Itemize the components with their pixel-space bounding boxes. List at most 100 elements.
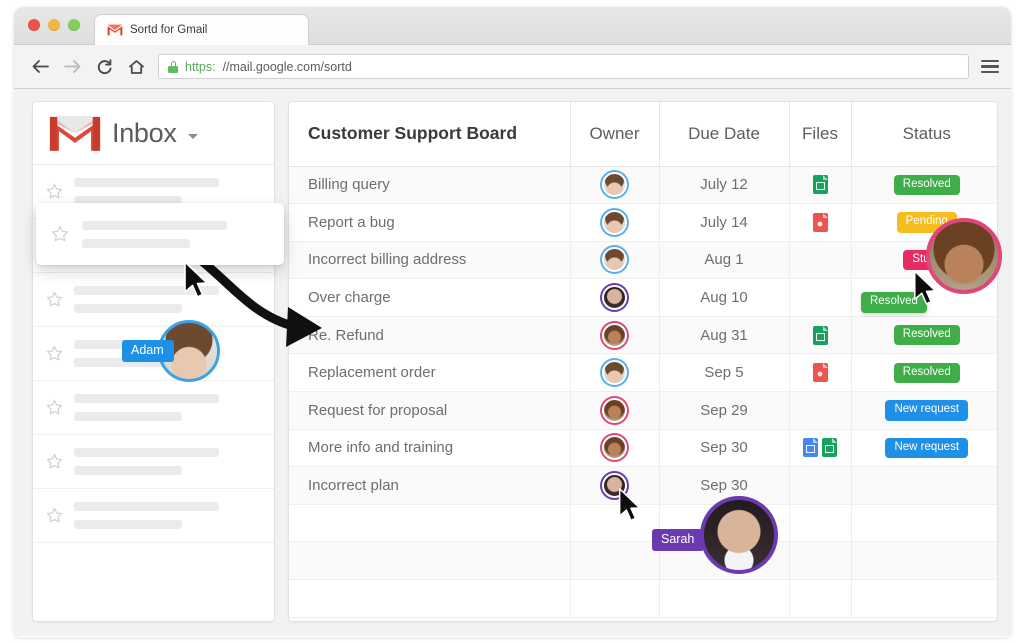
minimize-window-button[interactable] <box>48 19 60 31</box>
cell-files[interactable] <box>789 467 851 505</box>
file-icon-slides[interactable] <box>803 438 818 457</box>
avatar-nia[interactable] <box>602 435 627 460</box>
cell-owner[interactable] <box>570 580 659 618</box>
cell-status[interactable]: Resolved <box>851 166 998 204</box>
list-item[interactable] <box>33 435 274 489</box>
cell-owner[interactable] <box>570 316 659 354</box>
table-row[interactable] <box>289 504 998 542</box>
cell-task[interactable]: Incorrect billing address <box>289 241 570 279</box>
cell-files[interactable] <box>789 504 851 542</box>
cell-files[interactable] <box>789 166 851 204</box>
cell-due-date[interactable]: Aug 1 <box>659 241 789 279</box>
column-header-status[interactable]: Status <box>851 102 998 166</box>
table-row[interactable]: Report a bugJuly 14Pending <box>289 204 998 242</box>
cell-status[interactable] <box>851 504 998 542</box>
status-badge[interactable]: Resolved <box>894 325 960 346</box>
star-outline-icon[interactable] <box>46 453 63 470</box>
cell-task[interactable]: Over charge <box>289 279 570 317</box>
cell-files[interactable] <box>789 241 851 279</box>
avatar-sarah[interactable] <box>602 285 627 310</box>
cell-files[interactable] <box>789 204 851 242</box>
cell-task[interactable]: Report a bug <box>289 204 570 242</box>
star-outline-icon[interactable] <box>46 399 63 416</box>
star-outline-icon[interactable] <box>46 507 63 524</box>
cell-status[interactable]: Resolved <box>851 354 998 392</box>
cell-task[interactable] <box>289 504 570 542</box>
person-bubble-sarah[interactable]: Sarah <box>700 496 778 574</box>
reload-icon[interactable] <box>94 57 114 77</box>
table-row[interactable]: Request for proposal Sep 29 New request <box>289 392 998 430</box>
avatar-nia[interactable] <box>602 398 627 423</box>
cell-files[interactable] <box>789 354 851 392</box>
table-row[interactable]: Re. Refund Aug 31 Resolved <box>289 316 998 354</box>
table-row[interactable]: Incorrect planSep 30 <box>289 467 998 505</box>
column-header-due[interactable]: Due Date <box>659 102 789 166</box>
dragged-status-badge[interactable]: Resolved <box>861 292 927 313</box>
hamburger-menu-icon[interactable] <box>981 60 999 74</box>
column-header-task[interactable]: Customer Support Board <box>289 102 570 166</box>
cell-files[interactable] <box>789 580 851 618</box>
status-badge[interactable]: New request <box>885 438 968 459</box>
cell-owner[interactable] <box>570 204 659 242</box>
cell-task[interactable]: Billing query <box>289 166 570 204</box>
cell-owner[interactable] <box>570 467 659 505</box>
cell-status[interactable] <box>851 467 998 505</box>
file-icon-sheets[interactable] <box>813 175 828 194</box>
cell-owner[interactable] <box>570 279 659 317</box>
inbox-header[interactable]: Inbox <box>33 102 274 165</box>
file-icon-sheets[interactable] <box>822 438 837 457</box>
cell-status[interactable]: New request <box>851 392 998 430</box>
person-bubble-adam[interactable]: Adam <box>158 320 220 382</box>
avatar-nia[interactable] <box>602 323 627 348</box>
file-icon-pdf[interactable] <box>813 363 828 382</box>
avatar-adam[interactable] <box>602 172 627 197</box>
cell-task[interactable]: More info and training <box>289 429 570 467</box>
cell-task[interactable] <box>289 542 570 580</box>
forward-arrow-icon[interactable] <box>62 57 82 77</box>
cell-due-date[interactable]: July 14 <box>659 204 789 242</box>
cell-status[interactable] <box>851 542 998 580</box>
avatar-adam[interactable] <box>602 210 627 235</box>
status-badge[interactable]: Resolved <box>894 363 960 384</box>
cell-task[interactable] <box>289 580 570 618</box>
cell-owner[interactable] <box>570 429 659 467</box>
cell-owner[interactable] <box>570 166 659 204</box>
cell-owner[interactable] <box>570 354 659 392</box>
back-arrow-icon[interactable] <box>30 57 50 77</box>
list-item[interactable] <box>33 381 274 435</box>
avatar-sarah[interactable] <box>602 473 627 498</box>
table-row[interactable] <box>289 542 998 580</box>
cell-due-date[interactable]: Sep 30 <box>659 429 789 467</box>
cell-task[interactable]: Request for proposal <box>289 392 570 430</box>
cell-task[interactable]: Re. Refund <box>289 316 570 354</box>
file-icon-sheets[interactable] <box>813 326 828 345</box>
cell-due-date[interactable]: Sep 5 <box>659 354 789 392</box>
cell-owner[interactable] <box>570 392 659 430</box>
table-row[interactable]: Replacement orderSep 5Resolved <box>289 354 998 392</box>
list-item[interactable] <box>33 273 274 327</box>
cell-status[interactable]: New request <box>851 429 998 467</box>
cell-files[interactable] <box>789 316 851 354</box>
cell-owner[interactable] <box>570 542 659 580</box>
cell-files[interactable] <box>789 429 851 467</box>
cell-files[interactable] <box>789 279 851 317</box>
cell-due-date[interactable]: Aug 31 <box>659 316 789 354</box>
status-badge[interactable]: Resolved <box>894 175 960 196</box>
cell-owner[interactable] <box>570 504 659 542</box>
person-bubble-nia[interactable] <box>926 218 1002 294</box>
list-item[interactable] <box>33 489 274 543</box>
browser-tab[interactable]: Sortd for Gmail <box>94 14 309 45</box>
cell-due-date[interactable]: Aug 10 <box>659 279 789 317</box>
close-window-button[interactable] <box>28 19 40 31</box>
cell-due-date[interactable] <box>659 580 789 618</box>
column-header-files[interactable]: Files <box>789 102 851 166</box>
dragged-email-card[interactable] <box>36 203 284 265</box>
cell-files[interactable] <box>789 392 851 430</box>
cell-due-date[interactable]: Sep 29 <box>659 392 789 430</box>
cell-files[interactable] <box>789 542 851 580</box>
cell-owner[interactable] <box>570 241 659 279</box>
table-row[interactable] <box>289 580 998 618</box>
table-row[interactable]: Billing queryJuly 12Resolved <box>289 166 998 204</box>
file-icon-pdf[interactable] <box>813 213 828 232</box>
chevron-down-icon[interactable] <box>188 134 198 139</box>
